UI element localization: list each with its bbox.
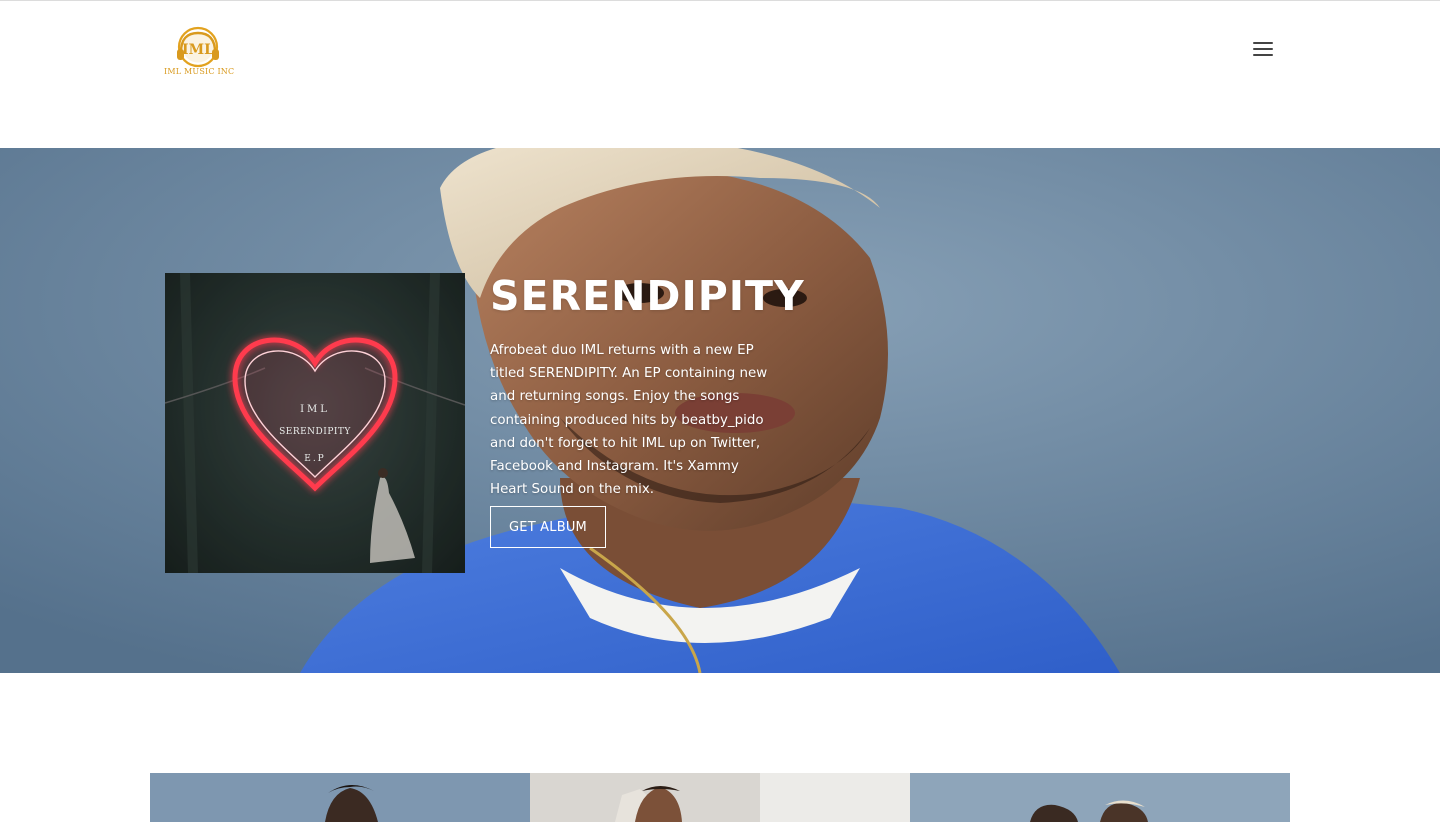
neon-heart-icon [165,273,465,573]
hamburger-menu-icon[interactable] [1250,39,1276,61]
photo-gallery [150,773,1290,822]
get-album-button[interactable]: GET ALBUM [490,506,606,548]
hero-title: SERENDIPITY [490,272,805,320]
cover-artist: IML [300,404,330,415]
cover-subtitle: E.P [304,454,326,464]
svg-text:IML: IML [182,42,214,58]
gallery-photo-1[interactable] [150,773,530,822]
hero-description: Afrobeat duo IML returns with a new EP t… [490,343,768,498]
gallery-photo-3[interactable] [910,773,1290,822]
site-header: IML IML MUSIC INC [0,1,1440,148]
cover-title: SERENDIPITY [279,427,351,437]
hero-banner: IML SERENDIPITY E.P SERENDIPITY Afrobeat… [0,148,1440,673]
album-cover[interactable]: IML SERENDIPITY E.P [165,273,465,573]
site-logo[interactable]: IML IML MUSIC INC [164,25,235,81]
logo-wordmark: IML MUSIC INC [164,67,235,76]
logo-emblem-icon: IML [177,26,219,68]
gallery-photo-2[interactable] [530,773,910,822]
